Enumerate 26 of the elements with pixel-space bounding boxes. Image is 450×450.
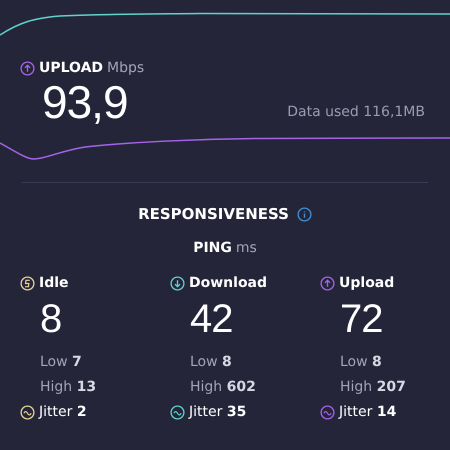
jitter-value: Jitter 35 <box>189 402 246 422</box>
wave-icon <box>170 404 185 420</box>
ping-value: 8 <box>39 298 62 340</box>
section-title: RESPONSIVENESS <box>138 204 289 225</box>
low-value: Low 8 <box>339 352 383 372</box>
high-value: High 13 <box>39 378 98 396</box>
info-icon <box>296 206 312 222</box>
upload-label: UPLOAD <box>39 59 104 78</box>
wave-icon <box>320 404 335 420</box>
ping-type-label: Upload <box>339 274 394 292</box>
jitter-value: Jitter 2 <box>39 402 87 422</box>
ping-type-label: Idle <box>39 274 69 292</box>
high-value: High 207 <box>339 378 407 396</box>
ping-label: PING <box>193 238 232 258</box>
ping-value: 72 <box>339 298 382 340</box>
wave-icon <box>20 404 35 420</box>
high-value: High 602 <box>189 378 257 396</box>
speed-value: 93,9 <box>42 79 128 125</box>
unit-label: Mbps <box>107 59 144 78</box>
low-value: Low 7 <box>39 352 83 372</box>
ping-value: 42 <box>189 298 232 340</box>
ping-type-label: Download <box>189 274 268 292</box>
data-used-text: Data used 116,1MB <box>287 103 426 122</box>
low-value: Low 8 <box>189 352 233 372</box>
jitter-value: Jitter 14 <box>339 402 396 422</box>
unit-label: ms <box>236 238 257 258</box>
